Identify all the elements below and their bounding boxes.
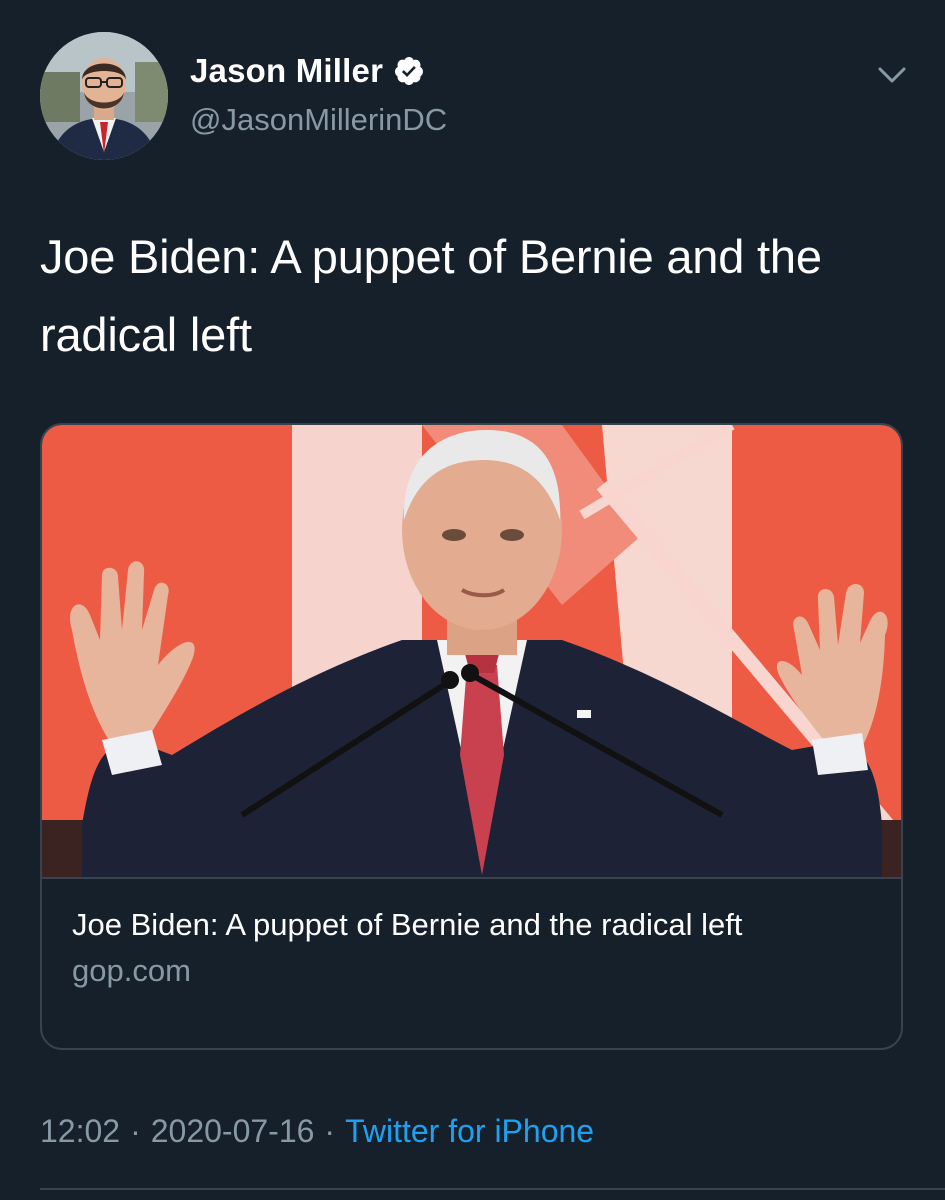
card-title[interactable]: Joe Biden: A puppet of Bernie and the ra… xyxy=(72,903,792,947)
meta-separator: · xyxy=(324,1113,336,1149)
chevron-down-icon[interactable] xyxy=(872,58,912,92)
tweet-date[interactable]: 2020-07-16 xyxy=(151,1113,315,1149)
tweet-meta: 12:02 · 2020-07-16 · Twitter for iPhone xyxy=(40,1113,594,1150)
verified-badge-icon xyxy=(395,57,424,85)
author-avatar[interactable] xyxy=(40,32,168,160)
tweet-source-link[interactable]: Twitter for iPhone xyxy=(345,1113,594,1149)
avatar-photo-icon xyxy=(40,32,168,160)
tweet[interactable]: Jason Miller @JasonMillerinDC Joe Biden:… xyxy=(0,0,945,1200)
author-handle[interactable]: @JasonMillerinDC xyxy=(190,102,447,138)
card-domain[interactable]: gop.com xyxy=(72,949,871,993)
card-body[interactable]: Joe Biden: A puppet of Bernie and the ra… xyxy=(42,877,901,1048)
link-card[interactable]: Joe Biden: A puppet of Bernie and the ra… xyxy=(40,423,903,1050)
card-image[interactable] xyxy=(42,425,903,877)
meta-separator: · xyxy=(130,1113,141,1149)
tweet-time[interactable]: 12:02 xyxy=(40,1113,120,1149)
divider xyxy=(40,1188,945,1190)
author-name[interactable]: Jason Miller xyxy=(190,52,383,90)
author-name-row[interactable]: Jason Miller xyxy=(190,52,425,90)
tweet-text: Joe Biden: A puppet of Bernie and the ra… xyxy=(40,230,822,361)
